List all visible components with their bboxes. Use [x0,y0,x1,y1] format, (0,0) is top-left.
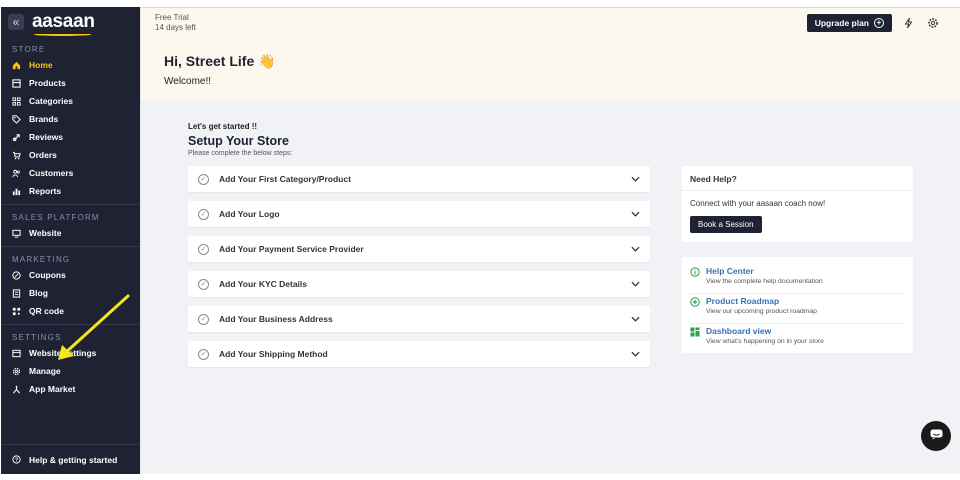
setup-subtitle: Please complete the below steps: [188,150,293,157]
cart-icon [12,151,21,160]
chevron-down-icon[interactable] [630,174,640,184]
chevron-down-icon[interactable] [630,349,640,359]
sidebar-item-blog[interactable]: Blog [1,284,140,302]
sidebar-item-reviews[interactable]: Reviews [1,128,140,146]
setup-step-payment[interactable]: ✓ Add Your Payment Service Provider [188,236,650,262]
sidebar-item-reports[interactable]: Reports [1,182,140,200]
sidebar-item-brands[interactable]: Brands [1,110,140,128]
book-session-button[interactable]: Book a Session [690,216,762,233]
setup-step-category-product[interactable]: ✓ Add Your First Category/Product [188,166,650,192]
chevron-down-icon[interactable] [630,244,640,254]
sidebar-item-orders[interactable]: Orders [1,146,140,164]
chat-icon [930,427,943,445]
chat-button[interactable] [921,421,951,451]
chart-icon [12,187,21,196]
collapse-sidebar-icon[interactable]: « [8,14,24,30]
website-settings-icon [12,349,21,358]
aasaan-logo[interactable]: aasaan [32,11,95,36]
setup-step-logo[interactable]: ✓ Add Your Logo [188,201,650,227]
sidebar-item-home[interactable]: Home [1,56,140,74]
plus-circle-icon: + [874,18,884,28]
main-content: Free Trial 14 days left Hi, Street Life … [140,7,960,474]
setup-intro: Let's get started !! [188,122,258,131]
welcome-banner: Free Trial 14 days left Hi, Street Life … [141,7,960,101]
need-help-title: Need Help? [682,166,913,191]
setup-step-shipping[interactable]: ✓ Add Your Shipping Method [188,341,650,367]
sidebar-item-website-settings[interactable]: Website settings [1,344,140,362]
section-label-settings: SETTINGS [12,333,62,342]
qr-icon [12,307,21,316]
chevron-down-icon[interactable] [630,209,640,219]
home-icon [12,61,21,70]
upgrade-plan-button[interactable]: Upgrade plan + [806,14,892,32]
help-getting-started[interactable]: ? Help & getting started [1,444,140,474]
lightning-icon[interactable] [901,16,915,30]
chevron-down-icon[interactable] [630,314,640,324]
sidebar-divider [1,204,140,205]
sidebar-item-customers[interactable]: Customers [1,164,140,182]
monitor-icon [12,229,21,238]
page-title: Hi, Street Life 👋 [164,53,276,69]
categories-icon [12,96,21,106]
gear-icon [12,367,21,376]
product-roadmap-link[interactable]: Product Roadmap View our upcoming produc… [690,294,905,324]
dashboard-icon [690,327,700,337]
sidebar-item-qr-code[interactable]: QR code [1,302,140,320]
app-market-icon [12,385,21,394]
svg-text:?: ? [15,458,18,464]
coupon-icon [12,270,21,280]
brand-bar: « aasaan [1,7,140,37]
reviews-icon [12,133,21,142]
help-center-link[interactable]: Help Center View the complete help docum… [690,264,905,294]
help-icon: ? [12,455,21,464]
tag-icon [12,114,21,124]
settings-gear-icon[interactable] [926,16,940,30]
sidebar: « aasaan STORE Home Products Categories … [1,7,140,474]
need-help-text: Connect with your aasaan coach now! [690,199,826,208]
info-icon [690,267,700,277]
resources-card: Help Center View the complete help docum… [682,257,913,353]
dashboard-view-link[interactable]: Dashboard view View what's happening on … [690,324,905,354]
app-frame: « aasaan STORE Home Products Categories … [1,7,960,474]
sidebar-item-coupons[interactable]: Coupons [1,266,140,284]
welcome-text: Welcome!! [164,76,212,87]
products-icon [12,78,21,88]
chevron-down-icon[interactable] [630,279,640,289]
check-circle-icon: ✓ [198,348,209,360]
sidebar-item-products[interactable]: Products [1,74,140,92]
section-label-sales-platform: SALES PLATFORM [12,213,100,222]
check-circle-icon: ✓ [198,208,209,220]
section-label-store: STORE [12,45,46,54]
trial-status: Free Trial 14 days left [155,13,196,32]
sidebar-divider [1,324,140,325]
setup-header: Let's get started !! Setup Your Store Pl… [188,122,292,157]
sidebar-item-app-market[interactable]: App Market [1,380,140,398]
sidebar-divider [1,246,140,247]
setup-step-business-address[interactable]: ✓ Add Your Business Address [188,306,650,332]
sidebar-item-website[interactable]: Website [1,224,140,242]
plus-circle-icon [690,297,700,307]
sidebar-item-categories[interactable]: Categories [1,92,140,110]
setup-title: Setup Your Store [188,134,289,148]
customers-icon [12,169,21,178]
sidebar-item-manage[interactable]: Manage [1,362,140,380]
check-circle-icon: ✓ [198,278,209,290]
setup-step-kyc[interactable]: ✓ Add Your KYC Details [188,271,650,297]
check-circle-icon: ✓ [198,313,209,325]
section-label-marketing: MARKETING [12,255,71,264]
setup-steps: ✓ Add Your First Category/Product ✓ Add … [188,166,650,376]
need-help-card: Need Help? Connect with your aasaan coac… [682,166,913,242]
check-circle-icon: ✓ [198,173,209,185]
check-circle-icon: ✓ [198,243,209,255]
blog-icon [12,288,21,298]
